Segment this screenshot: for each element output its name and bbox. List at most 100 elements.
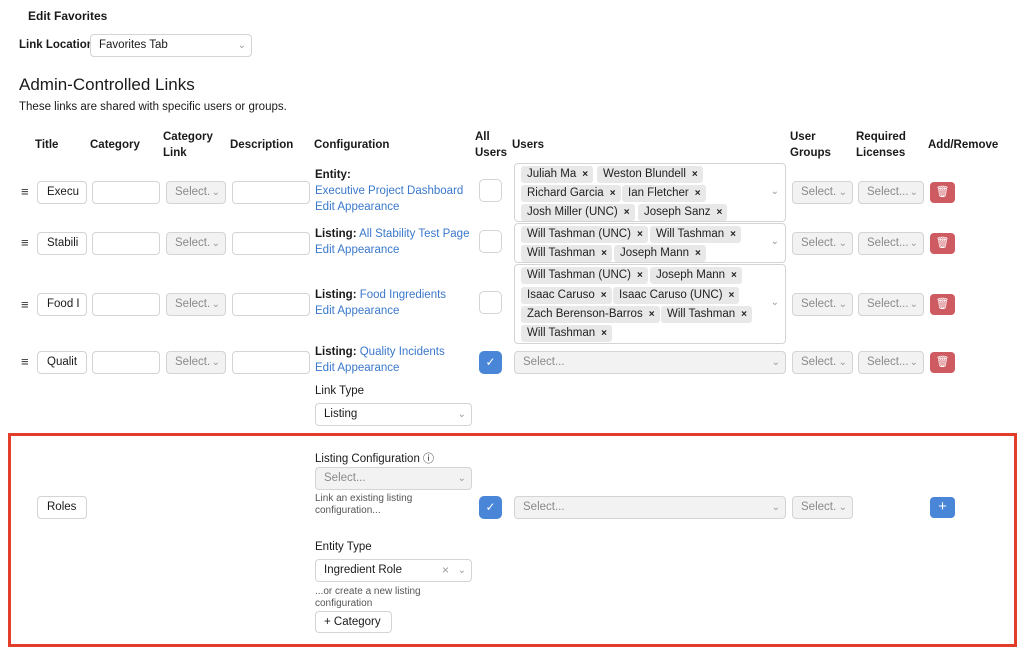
chevron-down-icon: ⌄	[770, 236, 779, 247]
all-users-checkbox[interactable]: ✓	[479, 496, 502, 519]
select-placeholder: Select.	[801, 237, 837, 249]
chevron-down-icon: ⌄	[457, 409, 466, 420]
user-groups-select[interactable]: Select. ⌄	[792, 181, 853, 204]
select-placeholder: Select...	[867, 237, 909, 249]
user-tag-label: Joseph Mann	[620, 247, 690, 259]
all-users-checkbox[interactable]	[479, 230, 502, 253]
listing-configuration-select[interactable]: Select... ⌄	[315, 467, 472, 490]
chevron-down-icon: ⌄	[457, 473, 466, 484]
user-tag-label: Will Tashman	[656, 228, 725, 240]
category-link-select[interactable]: Select. ⌄	[166, 232, 226, 255]
category-link-select[interactable]: Select. ⌄	[166, 181, 226, 204]
user-groups-select[interactable]: Select. ⌄	[792, 232, 853, 255]
edit-appearance-link[interactable]: Edit Appearance	[315, 305, 399, 317]
edit-appearance-link[interactable]: Edit Appearance	[315, 362, 399, 374]
category-input[interactable]	[92, 293, 160, 316]
select-placeholder: Select...	[523, 501, 565, 513]
title-input[interactable]: Food I	[37, 293, 87, 316]
close-icon[interactable]: ×	[610, 188, 616, 199]
chevron-down-icon: ⌄	[909, 238, 918, 249]
drag-handle-icon[interactable]: ≡	[21, 354, 29, 369]
link-type-value: Listing	[324, 408, 358, 420]
description-input[interactable]	[232, 232, 310, 255]
users-select[interactable]: Select... ⌄	[514, 351, 786, 374]
info-icon[interactable]: ⓘ	[423, 453, 434, 465]
user-tag: Joseph Mann ×	[650, 267, 742, 284]
delete-button[interactable]: 🗑	[930, 182, 955, 203]
close-icon[interactable]: ×	[741, 309, 747, 320]
close-icon[interactable]: ×	[601, 328, 607, 339]
drag-handle-icon[interactable]: ≡	[21, 235, 29, 250]
select-placeholder: Select.	[801, 501, 837, 513]
user-groups-select[interactable]: Select. ⌄	[792, 293, 853, 316]
user-groups-select[interactable]: Select. ⌄	[792, 496, 853, 519]
user-groups-select[interactable]: Select. ⌄	[792, 351, 853, 374]
user-tag: Josh Miller (UNC) ×	[521, 204, 635, 221]
drag-handle-icon[interactable]: ≡	[21, 184, 29, 199]
listing-configuration-label: Listing Configuration ⓘ	[315, 450, 434, 466]
description-input[interactable]	[232, 293, 310, 316]
close-icon[interactable]: ×	[731, 270, 737, 281]
description-input[interactable]	[232, 351, 310, 374]
delete-button[interactable]: 🗑	[930, 294, 955, 315]
category-link-select[interactable]: Select. ⌄	[166, 293, 226, 316]
category-input[interactable]	[92, 181, 160, 204]
close-icon[interactable]: ×	[637, 229, 643, 240]
close-icon[interactable]: ×	[717, 207, 723, 218]
drag-handle-icon[interactable]: ≡	[21, 297, 29, 312]
user-tag-label: Will Tashman (UNC)	[527, 269, 631, 281]
required-licenses-select[interactable]: Select... ⌄	[858, 351, 924, 374]
link-type-select[interactable]: Listing ⌄	[315, 403, 472, 426]
title-input[interactable]: Execu	[37, 181, 87, 204]
chevron-down-icon: ⌄	[838, 502, 847, 513]
close-icon[interactable]: ×	[730, 229, 736, 240]
col-configuration: Configuration	[314, 139, 390, 151]
add-button[interactable]: +	[930, 497, 955, 518]
config-link[interactable]: Executive Project Dashboard	[315, 185, 463, 197]
delete-button[interactable]: 🗑	[930, 233, 955, 254]
chevron-down-icon: ⌄	[838, 238, 847, 249]
users-select[interactable]: Will Tashman (UNC) × Joseph Mann × Isaac C…	[514, 264, 786, 344]
users-select[interactable]: Select... ⌄	[514, 496, 786, 519]
category-input[interactable]	[92, 232, 160, 255]
category-input[interactable]	[92, 351, 160, 374]
delete-button[interactable]: 🗑	[930, 352, 955, 373]
all-users-checkbox[interactable]	[479, 291, 502, 314]
users-select[interactable]: Juliah Ma × Weston Blundell × Richard Garc…	[514, 163, 786, 222]
required-licenses-select[interactable]: Select... ⌄	[858, 181, 924, 204]
all-users-checkbox[interactable]	[479, 179, 502, 202]
title-input[interactable]: Qualit	[37, 351, 87, 374]
config-link[interactable]: All Stability Test Page	[359, 228, 469, 240]
required-licenses-select[interactable]: Select... ⌄	[858, 232, 924, 255]
config-link[interactable]: Food Ingredients	[360, 289, 446, 301]
close-icon[interactable]: ×	[649, 309, 655, 320]
title-input[interactable]: Stabili	[37, 232, 87, 255]
close-icon[interactable]: ×	[695, 248, 701, 259]
close-icon[interactable]: ×	[695, 188, 701, 199]
required-licenses-select[interactable]: Select... ⌄	[858, 293, 924, 316]
close-icon[interactable]: ×	[624, 207, 630, 218]
add-category-button[interactable]: + Category	[315, 611, 392, 633]
close-icon[interactable]: ×	[637, 270, 643, 281]
edit-appearance-link[interactable]: Edit Appearance	[315, 201, 399, 213]
chevron-down-icon: ⌄	[909, 357, 918, 368]
entity-type-select[interactable]: Ingredient Role × ⌄	[315, 559, 472, 582]
page-title: Edit Favorites	[28, 9, 108, 23]
close-icon[interactable]: ×	[601, 290, 607, 301]
users-select[interactable]: Will Tashman (UNC) × Will Tashman × Will T…	[514, 223, 786, 263]
select-placeholder: Select.	[175, 298, 211, 310]
all-users-checkbox[interactable]: ✓	[479, 351, 502, 374]
user-tag: Juliah Ma ×	[521, 166, 594, 183]
close-icon[interactable]: ×	[601, 248, 607, 259]
col-users: Users	[512, 139, 544, 151]
edit-appearance-link[interactable]: Edit Appearance	[315, 244, 399, 256]
close-icon[interactable]: ×	[729, 290, 735, 301]
close-icon[interactable]: ×	[442, 560, 449, 581]
close-icon[interactable]: ×	[582, 169, 588, 180]
link-location-select[interactable]: Favorites Tab ⌄	[90, 34, 252, 57]
close-icon[interactable]: ×	[692, 169, 698, 180]
description-input[interactable]	[232, 181, 310, 204]
config-link[interactable]: Quality Incidents	[360, 346, 445, 358]
new-title-input[interactable]: Roles	[37, 496, 87, 519]
category-link-select[interactable]: Select. ⌄	[166, 351, 226, 374]
